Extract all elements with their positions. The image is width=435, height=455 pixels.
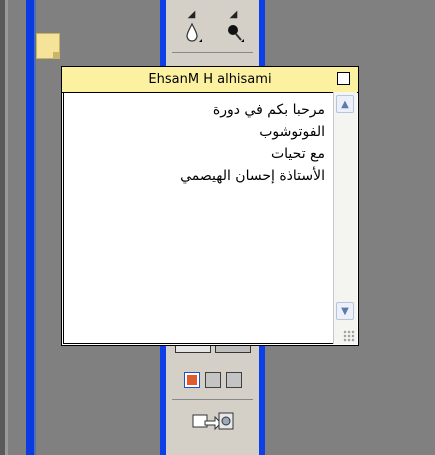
- arrow-up-icon[interactable]: ▲: [336, 95, 354, 113]
- note-line: مرحبا بكم في دورة: [212, 102, 325, 118]
- note-line: الأستاذة إحسان الهيصمي: [180, 168, 325, 184]
- toolbox-separator-bottom: [172, 399, 253, 400]
- annotation-note-window: EhsanM H alhisami مرحبا بكم في دورة الفو…: [61, 66, 359, 346]
- dodge-icon[interactable]: [215, 17, 253, 49]
- resize-grip-icon[interactable]: [343, 330, 355, 342]
- window-frame-edge: [34, 0, 36, 455]
- note-scrollbar[interactable]: ▲ ▼: [333, 92, 357, 344]
- window-frame-blue: [26, 0, 34, 455]
- note-author: EhsanM H alhisami: [148, 72, 272, 87]
- toolbox-separator: [172, 52, 253, 53]
- note-line: مع تحيات: [270, 146, 325, 162]
- screen-mode-standard-icon[interactable]: [183, 372, 200, 388]
- note-text-area[interactable]: مرحبا بكم في دورة الفوتوشوب مع تحيات الأ…: [63, 92, 334, 344]
- note-title-bar[interactable]: EhsanM H alhisami: [62, 67, 358, 93]
- close-box-icon[interactable]: [337, 72, 350, 85]
- note-annotation-icon[interactable]: [36, 33, 60, 59]
- jump-to-imageready-icon[interactable]: [183, 406, 243, 438]
- blur-drop-icon[interactable]: [173, 17, 211, 49]
- screen-mode-full-icon[interactable]: [225, 372, 242, 388]
- screen-mode-fullmenu-icon[interactable]: [204, 372, 221, 388]
- note-line: الفوتوشوب: [259, 124, 325, 140]
- left-edge-highlight: [5, 0, 8, 455]
- arrow-down-icon[interactable]: ▼: [336, 302, 354, 320]
